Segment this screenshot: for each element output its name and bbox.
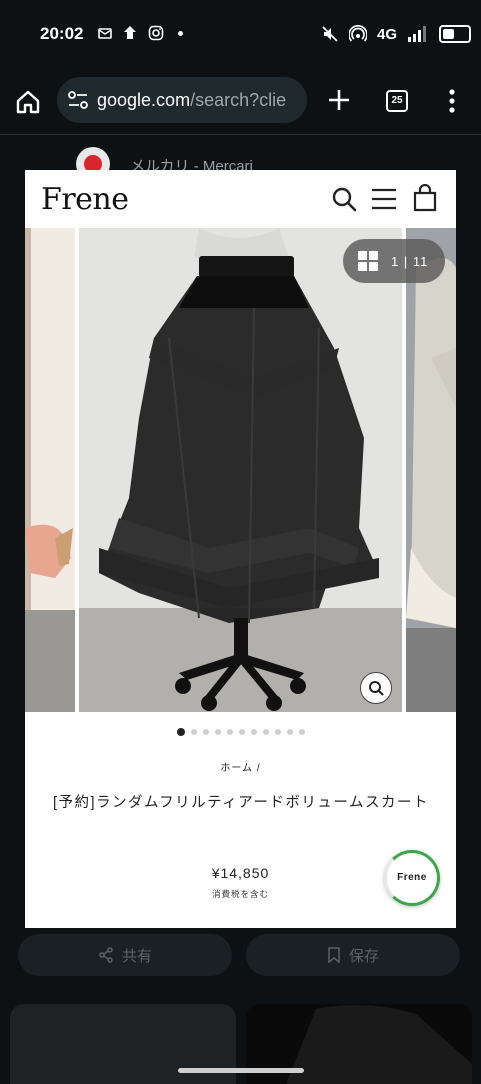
zoom-icon bbox=[369, 681, 384, 696]
carousel-dot[interactable] bbox=[190, 729, 197, 735]
browser-toolbar: google.com/search?clie 25 bbox=[0, 68, 481, 135]
url-text: google.com/search?clie bbox=[97, 90, 286, 111]
tab-switcher-button[interactable]: 25 bbox=[386, 90, 408, 112]
url-path: /search?clie bbox=[190, 89, 287, 110]
cart-icon[interactable] bbox=[413, 184, 437, 212]
mute-icon bbox=[322, 26, 338, 42]
share-icon bbox=[99, 947, 113, 963]
previous-image-photo bbox=[25, 228, 75, 712]
battery-icon bbox=[439, 25, 471, 43]
notification-icon bbox=[98, 28, 112, 39]
network-type: 4G bbox=[376, 25, 397, 43]
status-right: 4G bbox=[321, 22, 471, 46]
carousel-dot[interactable] bbox=[202, 729, 209, 735]
chat-widget-button[interactable]: Frene bbox=[384, 850, 440, 906]
carousel-dot[interactable] bbox=[286, 729, 293, 735]
save-button[interactable]: 保存 bbox=[246, 934, 460, 976]
share-button[interactable]: 共有 bbox=[18, 934, 232, 976]
next-product-image[interactable] bbox=[406, 228, 456, 712]
site-settings-icon[interactable] bbox=[67, 90, 89, 110]
carousel-dot[interactable] bbox=[176, 728, 185, 736]
image-counter-button[interactable]: 1 | 11 bbox=[343, 239, 445, 283]
save-label: 保存 bbox=[348, 947, 379, 965]
url-bar[interactable]: google.com/search?clie bbox=[57, 77, 307, 123]
skirt-photo bbox=[79, 228, 402, 712]
next-image-photo bbox=[406, 228, 456, 712]
status-bar: 20:02 4G bbox=[0, 0, 481, 68]
main-product-image[interactable] bbox=[79, 228, 402, 712]
carousel-dot[interactable] bbox=[226, 729, 233, 735]
carousel-dots[interactable] bbox=[25, 726, 456, 738]
new-tab-icon[interactable] bbox=[327, 88, 351, 112]
gesture-navigation-bar[interactable] bbox=[178, 1068, 304, 1073]
breadcrumb[interactable]: ホーム / bbox=[25, 759, 456, 774]
carousel-dot[interactable] bbox=[262, 729, 269, 735]
previous-product-image[interactable] bbox=[25, 228, 75, 712]
bookmark-icon bbox=[328, 947, 340, 963]
app-notification-icon bbox=[124, 26, 136, 39]
hotspot-icon bbox=[348, 25, 367, 42]
image-counter-text: 1 | 11 bbox=[391, 253, 429, 269]
product-image-gallery[interactable]: 1 | 11 bbox=[25, 228, 456, 712]
more-menu-icon[interactable] bbox=[446, 88, 458, 114]
signal-icon bbox=[408, 26, 426, 42]
home-icon[interactable] bbox=[14, 88, 42, 116]
share-label: 共有 bbox=[121, 947, 152, 965]
instagram-icon bbox=[148, 25, 164, 41]
carousel-dot[interactable] bbox=[214, 729, 221, 735]
carousel-dot[interactable] bbox=[298, 729, 305, 735]
zoom-button[interactable] bbox=[360, 672, 392, 704]
grid-view-icon bbox=[358, 251, 378, 271]
carousel-dot[interactable] bbox=[238, 729, 245, 735]
carousel-dot[interactable] bbox=[250, 729, 257, 735]
url-domain: google.com bbox=[97, 89, 191, 110]
store-logo[interactable]: Frene bbox=[41, 182, 129, 217]
product-title: [予約]ランダムフリルティアードボリュームスカート bbox=[52, 795, 429, 811]
product-preview-card: Frene 1 | 11 ホーム / [予約]ランダムフリルティアードボリューム… bbox=[25, 170, 456, 928]
status-time: 20:02 bbox=[40, 24, 84, 43]
search-icon[interactable] bbox=[331, 186, 357, 212]
hamburger-menu-icon[interactable] bbox=[371, 187, 397, 211]
carousel-dot[interactable] bbox=[274, 729, 281, 735]
more-notifications-dot bbox=[178, 31, 183, 36]
